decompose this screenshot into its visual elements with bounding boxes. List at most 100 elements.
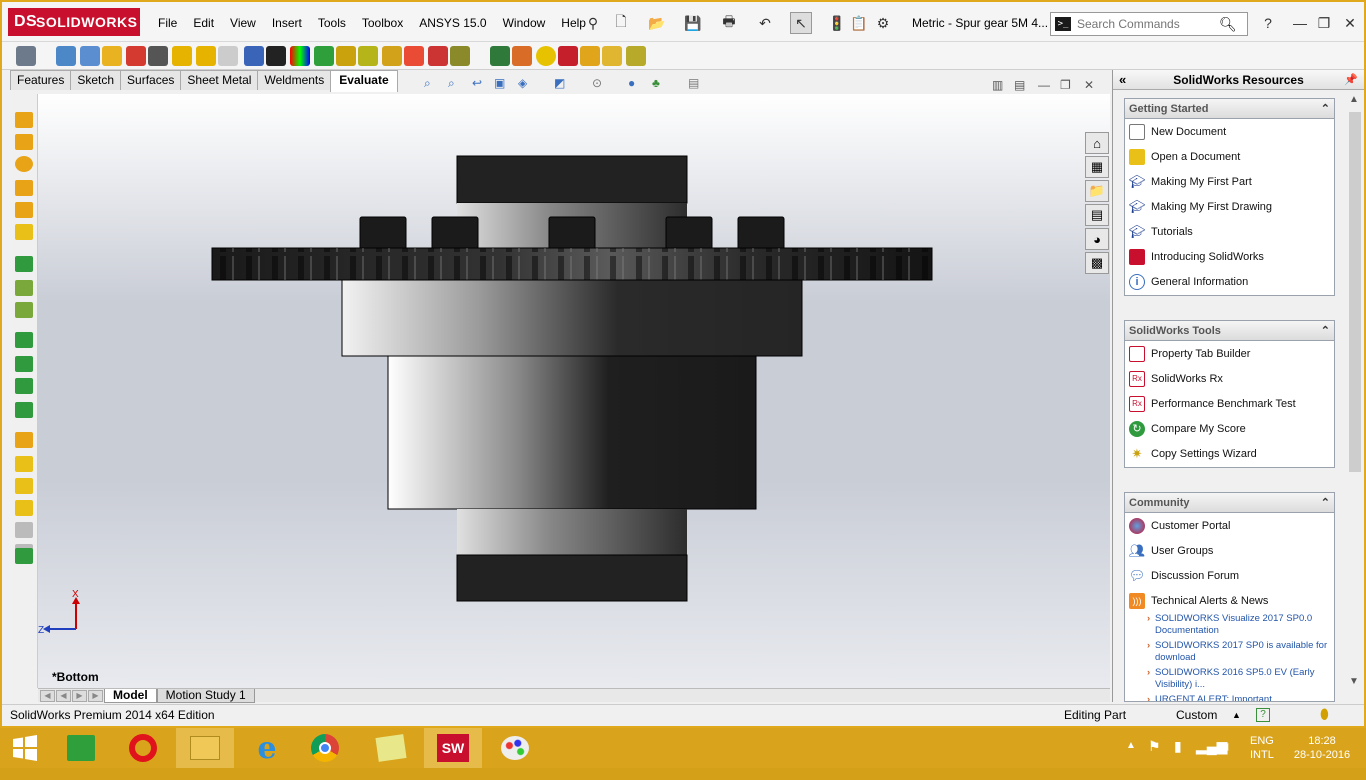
menu-toolbox[interactable]: Toolbox — [354, 12, 411, 34]
view-palette-icon[interactable]: ▤ — [1085, 204, 1109, 226]
tag-icon[interactable]: ⬮ — [1320, 706, 1329, 723]
start-button[interactable] — [0, 728, 50, 768]
statistics-icon[interactable] — [148, 46, 168, 66]
news-item[interactable]: URGENT ALERT: Important — [1125, 694, 1334, 701]
menu-window[interactable]: Window — [495, 12, 554, 34]
menu-file[interactable]: File — [150, 12, 185, 34]
deviation-analysis-icon[interactable] — [244, 46, 264, 66]
scroll-up-icon[interactable]: ▲ — [1349, 94, 1359, 105]
graphics-area[interactable]: X Z *Bottom — [38, 94, 1110, 688]
signal-icon[interactable]: ▂▄▆ — [1196, 738, 1227, 778]
loft-icon[interactable] — [15, 202, 33, 218]
sketch-icon[interactable] — [15, 112, 33, 128]
task-pane-scrollbar[interactable]: ▲ ▼ — [1347, 92, 1363, 702]
viewport-minimize-icon[interactable]: — — [1038, 78, 1050, 92]
shell-icon[interactable] — [15, 432, 33, 448]
last-tab-icon[interactable]: ▶ — [88, 689, 103, 702]
action-center-icon[interactable]: ⚑ — [1148, 738, 1161, 778]
rib-icon[interactable] — [15, 456, 33, 472]
section-properties-icon[interactable] — [102, 46, 122, 66]
taskbar-sticky-notes[interactable] — [362, 728, 420, 768]
tab-model[interactable]: Model — [104, 688, 157, 703]
collapse-group-icon[interactable]: ⌃ — [1321, 99, 1330, 119]
reference-geometry-icon[interactable] — [15, 356, 33, 372]
menu-tools[interactable]: Tools — [310, 12, 354, 34]
property-tab-builder-link[interactable]: Property Tab Builder — [1125, 341, 1334, 366]
taskbar-solidworks[interactable]: SW — [424, 728, 482, 768]
menu-insert[interactable]: Insert — [264, 12, 310, 34]
user-groups-link[interactable]: 👥︎ User Groups — [1125, 538, 1334, 563]
relations-icon[interactable] — [15, 280, 33, 296]
tab-weldments[interactable]: Weldments — [257, 70, 332, 90]
help-status-icon[interactable]: ? — [1256, 708, 1270, 722]
check-icon[interactable] — [172, 46, 192, 66]
file-properties-icon[interactable]: 📋 — [848, 12, 870, 34]
menu-ansys[interactable]: ANSYS 15.0 — [411, 12, 494, 34]
tab-sheet-metal[interactable]: Sheet Metal — [180, 70, 259, 90]
instant3d-icon[interactable] — [15, 402, 33, 418]
zebra-stripes-icon[interactable] — [266, 46, 286, 66]
minimize-button[interactable]: — — [1288, 12, 1312, 34]
view-orientation-icon[interactable]: ◈ — [518, 76, 536, 94]
introducing-link[interactable]: Introducing SolidWorks — [1125, 244, 1334, 269]
taskbar-internet-explorer[interactable]: e — [238, 728, 296, 768]
parting-line-icon[interactable] — [358, 46, 378, 66]
collapse-group-icon[interactable]: ⌃ — [1321, 493, 1330, 513]
language-indicator[interactable]: ENG INTL — [1250, 734, 1274, 774]
pattern-icon[interactable] — [15, 332, 33, 348]
open-document-icon[interactable]: 📂 — [646, 12, 668, 34]
general-info-link[interactable]: i General Information — [1125, 269, 1334, 294]
taskbar-chrome[interactable] — [296, 728, 354, 768]
smart-dimension-icon[interactable] — [15, 256, 33, 272]
menu-view[interactable]: View — [222, 12, 264, 34]
hole-wizard-icon[interactable] — [15, 548, 33, 564]
draft-analysis-icon[interactable] — [314, 46, 334, 66]
taskbar-file-explorer[interactable] — [176, 728, 234, 768]
close-button[interactable]: ✕ — [1338, 12, 1362, 34]
pin-menu-icon[interactable]: ⚲ — [582, 12, 604, 34]
news-item[interactable]: SOLIDWORKS 2017 SP0 is available for dow… — [1125, 640, 1334, 664]
search-commands[interactable]: >_ 🔍︎ — [1050, 12, 1248, 36]
revolve-icon[interactable] — [15, 156, 33, 172]
maximize-button[interactable]: ❐ — [1312, 12, 1336, 34]
wrap-icon[interactable] — [15, 522, 33, 538]
undo-icon[interactable]: ↶ — [754, 12, 776, 34]
tools-header[interactable]: SolidWorks Tools ⌃ — [1125, 321, 1334, 341]
tutorials-link[interactable]: 🎓︎ Tutorials — [1125, 219, 1334, 244]
sensor-icon[interactable] — [126, 46, 146, 66]
thickness-analysis-icon[interactable] — [382, 46, 402, 66]
design-checker-icon[interactable] — [512, 46, 532, 66]
task-pane-home-icon[interactable]: ⌂ — [1085, 132, 1109, 154]
zoom-to-fit-icon[interactable]: ⌕ — [424, 76, 442, 94]
search-icon[interactable]: 🔍︎ — [1219, 16, 1237, 33]
news-item[interactable]: SOLIDWORKS Visualize 2017 SP0.0 Document… — [1125, 613, 1334, 637]
simulation-xpress-icon[interactable] — [558, 46, 578, 66]
solidworks-logo[interactable]: DS SOLIDWORKS — [8, 8, 140, 36]
benchmark-link[interactable]: Rx Performance Benchmark Test — [1125, 391, 1334, 416]
appearances-icon[interactable]: ◕ — [1085, 228, 1109, 250]
units-selector[interactable]: Custom — [1176, 708, 1217, 722]
hide-show-items-icon[interactable]: ⊙ — [592, 76, 610, 94]
copy-settings-link[interactable]: ✷ Copy Settings Wizard — [1125, 441, 1334, 466]
draft-icon[interactable] — [15, 478, 33, 494]
save-icon[interactable]: 💾 — [682, 12, 704, 34]
options-icon[interactable]: ⚙ — [872, 12, 894, 34]
curves-icon[interactable] — [15, 378, 33, 394]
taskbar-store[interactable] — [52, 728, 110, 768]
taskbar-opera[interactable] — [114, 728, 172, 768]
rebuild-icon[interactable]: 🚦 — [826, 12, 848, 34]
view-settings-icon[interactable]: ▤ — [688, 76, 706, 94]
customer-portal-link[interactable]: Customer Portal — [1125, 513, 1334, 538]
tile-horizontal-icon[interactable]: ▥ — [992, 78, 1003, 92]
measure-icon[interactable] — [56, 46, 76, 66]
select-pointer-icon[interactable]: ↖ — [790, 12, 812, 34]
design-library-icon[interactable]: ▦ — [1085, 156, 1109, 178]
tab-evaluate[interactable]: Evaluate — [330, 70, 398, 92]
section-view-icon[interactable]: ▣ — [494, 76, 512, 94]
dfmxpress-icon[interactable] — [580, 46, 600, 66]
symmetry-check-icon[interactable] — [404, 46, 424, 66]
community-header[interactable]: Community ⌃ — [1125, 493, 1334, 513]
prev-tab-icon[interactable]: ◀ — [56, 689, 71, 702]
compare-score-link[interactable]: ↻ Compare My Score — [1125, 416, 1334, 441]
extrude-icon[interactable] — [15, 134, 33, 150]
